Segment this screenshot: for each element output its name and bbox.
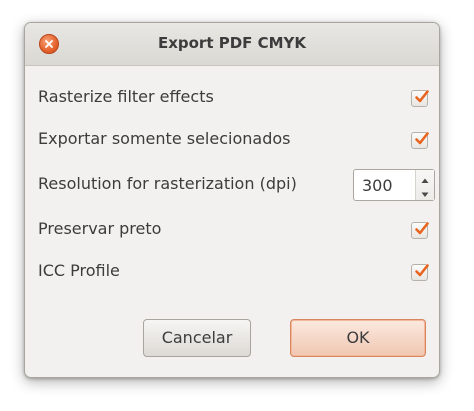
title-bar[interactable]: Export PDF CMYK [25,23,439,66]
icc-profile-checkbox[interactable] [411,264,429,281]
resolution-value[interactable]: 300 [362,176,393,195]
option-rasterize-filter-effects: Rasterize filter effects [38,83,429,113]
cancel-button[interactable]: Cancelar [143,319,251,357]
preservar-preto-checkbox[interactable] [411,222,429,239]
window-title: Export PDF CMYK [157,34,307,52]
rasterize-filter-effects-checkbox[interactable] [411,90,429,107]
option-exportar-somente-selecionados: Exportar somente selecionados [38,125,429,155]
checkmark-icon [415,90,429,103]
option-label: Exportar somente selecionados [38,129,291,148]
checkmark-icon [415,222,429,235]
option-icc-profile: ICC Profile [38,257,429,287]
option-resolution-dpi: Resolution for rasterization (dpi) 300 [38,169,435,201]
option-label: ICC Profile [38,261,120,280]
option-label: Preservar preto [38,219,162,238]
export-pdf-cmyk-dialog: Export PDF CMYK Rasterize filter effects… [24,22,440,378]
option-label: Rasterize filter effects [38,87,214,106]
spin-up-icon[interactable] [420,172,430,184]
exportar-somente-selecionados-checkbox[interactable] [411,132,429,149]
resolution-spinbutton[interactable]: 300 [353,169,435,201]
checkmark-icon [415,132,429,145]
option-preservar-preto: Preservar preto [38,215,429,245]
spin-down-icon[interactable] [420,186,430,198]
checkmark-icon [415,264,429,277]
spin-arrows [415,170,434,200]
option-label: Resolution for rasterization (dpi) [38,174,297,193]
ok-button[interactable]: OK [290,319,426,357]
